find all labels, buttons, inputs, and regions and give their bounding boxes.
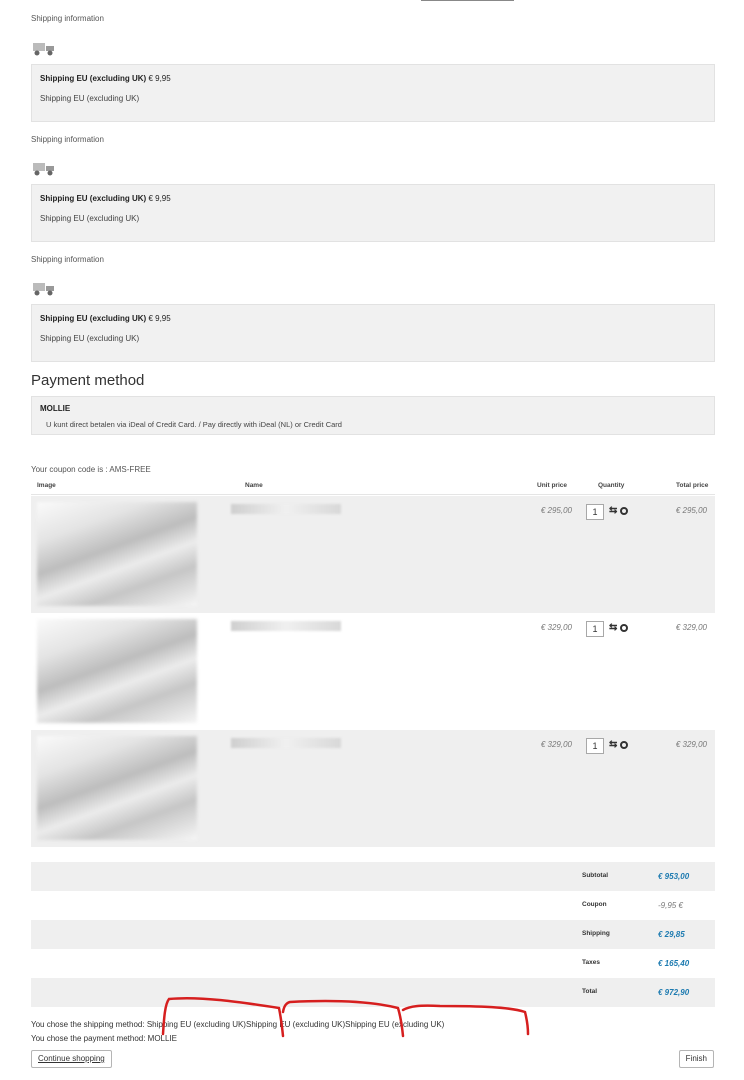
coupon-code-note: Your coupon code is : AMS-FREE bbox=[31, 465, 151, 474]
continue-shopping-button[interactable]: Continue shopping bbox=[31, 1050, 112, 1068]
refresh-icon[interactable]: ⇆ bbox=[609, 505, 617, 516]
product-image[interactable] bbox=[37, 502, 197, 606]
shipping-info-heading: Shipping information bbox=[31, 255, 104, 264]
shipping-option-box[interactable]: Shipping EU (excluding UK) € 9,95 Shippi… bbox=[31, 304, 715, 362]
chosen-shipping-line: You chose the shipping method: Shipping … bbox=[31, 1020, 444, 1029]
shipping-description: Shipping EU (excluding UK) bbox=[40, 94, 140, 103]
product-name[interactable] bbox=[231, 621, 341, 631]
shipping-description: Shipping EU (excluding UK) bbox=[40, 334, 140, 343]
coupon-label: Coupon bbox=[582, 901, 607, 908]
totals-row-taxes: Taxes € 165,40 bbox=[31, 949, 715, 978]
chosen-shipping-method: Shipping EU (excluding UK) bbox=[345, 1020, 445, 1029]
table-row: € 329,00 1 ⇆ € 329,00 bbox=[31, 613, 715, 730]
shipping-info-heading: Shipping information bbox=[31, 14, 104, 23]
shipping-option-box[interactable]: Shipping EU (excluding UK) € 9,95 Shippi… bbox=[31, 184, 715, 242]
col-quantity: Quantity bbox=[598, 482, 625, 489]
product-image[interactable] bbox=[37, 736, 197, 840]
chosen-shipping-method: Shipping EU (excluding UK) bbox=[146, 1020, 246, 1029]
refresh-icon[interactable]: ⇆ bbox=[609, 622, 617, 633]
coupon-value: -9,95 € bbox=[658, 901, 683, 910]
quantity-input[interactable]: 1 bbox=[586, 621, 604, 637]
cart-table-header: Image Name Unit price Quantity Total pri… bbox=[31, 479, 715, 495]
shipping-option-box[interactable]: Shipping EU (excluding UK) € 9,95 Shippi… bbox=[31, 64, 715, 122]
total-value: € 972,90 bbox=[658, 988, 690, 997]
col-unit-price: Unit price bbox=[537, 482, 567, 489]
totals-row-shipping: Shipping € 29,85 bbox=[31, 920, 715, 949]
shipping-price: € 9,95 bbox=[148, 74, 171, 83]
col-image: Image bbox=[37, 482, 56, 489]
top-link-underline bbox=[421, 0, 514, 1]
product-image[interactable] bbox=[37, 619, 197, 723]
shipping-method-name: Shipping EU (excluding UK) bbox=[40, 194, 147, 203]
unit-price: € 329,00 bbox=[540, 740, 572, 749]
shipping-price: € 9,95 bbox=[148, 194, 171, 203]
unit-price: € 295,00 bbox=[540, 506, 572, 515]
truck-icon bbox=[33, 283, 54, 296]
taxes-value: € 165,40 bbox=[658, 959, 690, 968]
totals-row-total: Total € 972,90 bbox=[31, 978, 715, 1007]
truck-icon bbox=[33, 163, 54, 176]
col-name: Name bbox=[245, 482, 263, 489]
unit-price: € 329,00 bbox=[540, 623, 572, 632]
shipping-method-name: Shipping EU (excluding UK) bbox=[40, 314, 147, 323]
col-total-price: Total price bbox=[676, 482, 709, 489]
shipping-label: Shipping bbox=[582, 930, 610, 937]
shipping-value: € 29,85 bbox=[658, 930, 685, 939]
row-total-price: € 329,00 bbox=[675, 623, 707, 632]
product-name[interactable] bbox=[231, 738, 341, 748]
truck-icon bbox=[33, 43, 54, 56]
remove-icon[interactable] bbox=[620, 741, 628, 749]
totals-row-subtotal: Subtotal € 953,00 bbox=[31, 862, 715, 891]
row-total-price: € 329,00 bbox=[675, 740, 707, 749]
quantity-input[interactable]: 1 bbox=[586, 504, 604, 520]
taxes-label: Taxes bbox=[582, 959, 600, 966]
table-row: € 329,00 1 ⇆ € 329,00 bbox=[31, 730, 715, 847]
shipping-price: € 9,95 bbox=[148, 314, 171, 323]
shipping-info-heading: Shipping information bbox=[31, 135, 104, 144]
chosen-shipping-prefix: You chose the shipping method: bbox=[31, 1020, 145, 1029]
row-total-price: € 295,00 bbox=[675, 506, 707, 515]
totals-row-coupon: Coupon -9,95 € bbox=[31, 891, 715, 920]
table-row: € 295,00 1 ⇆ € 295,00 bbox=[31, 496, 715, 613]
subtotal-value: € 953,00 bbox=[658, 872, 690, 881]
shipping-method-name: Shipping EU (excluding UK) bbox=[40, 74, 147, 83]
remove-icon[interactable] bbox=[620, 624, 628, 632]
payment-method-name: MOLLIE bbox=[40, 404, 71, 413]
finish-button[interactable]: Finish bbox=[678, 1050, 714, 1068]
shipping-description: Shipping EU (excluding UK) bbox=[40, 214, 140, 223]
payment-method-title: Payment method bbox=[31, 372, 145, 389]
chosen-shipping-method: Shipping EU (excluding UK) bbox=[245, 1020, 346, 1029]
quantity-input[interactable]: 1 bbox=[586, 738, 604, 754]
product-name[interactable] bbox=[231, 504, 341, 514]
payment-option-box[interactable]: MOLLIE U kunt direct betalen via iDeal o… bbox=[31, 396, 715, 435]
subtotal-label: Subtotal bbox=[582, 872, 608, 879]
total-label: Total bbox=[582, 988, 598, 995]
payment-method-description: U kunt direct betalen via iDeal of Credi… bbox=[46, 420, 342, 429]
chosen-payment-line: You chose the payment method: MOLLIE bbox=[31, 1034, 178, 1043]
refresh-icon[interactable]: ⇆ bbox=[609, 739, 617, 750]
remove-icon[interactable] bbox=[620, 507, 628, 515]
